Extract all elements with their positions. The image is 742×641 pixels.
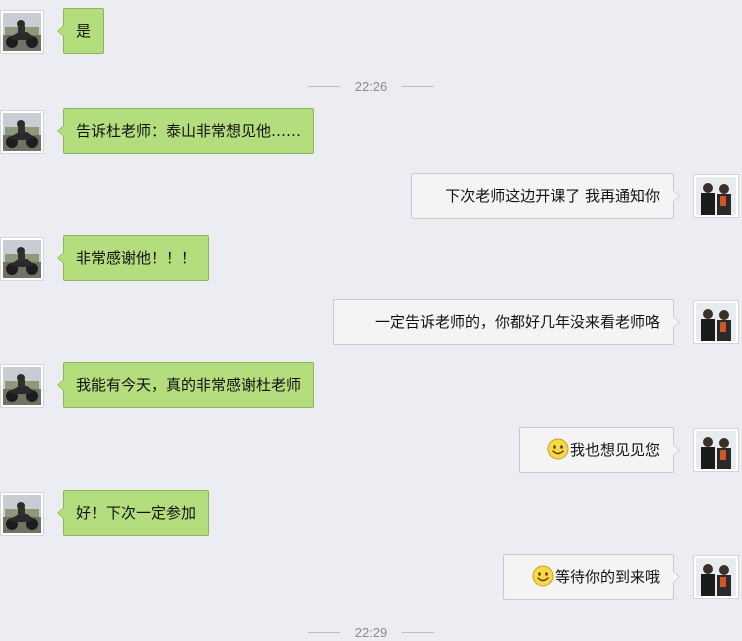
motorcycle-icon (3, 240, 41, 278)
self-avatar[interactable] (693, 300, 739, 344)
motorcycle-icon (3, 13, 41, 51)
two-people-icon (696, 303, 736, 341)
separator-line (307, 632, 340, 633)
message-bubble-sent[interactable]: 一定告诉老师的，你都好几年没来看老师咯 (333, 299, 680, 345)
time-separator: 22:29 (0, 622, 742, 640)
contact-avatar[interactable] (0, 110, 44, 154)
contact-avatar[interactable] (0, 492, 44, 536)
message-text: 是 (76, 22, 92, 40)
two-people-icon (696, 431, 736, 469)
chat-window: 是 22:26 告诉杜老师：泰山非常想见他…… 下次老师这边开课了 我再通知你 (0, 0, 742, 640)
message-bubble-received[interactable]: 我能有今天，真的非常感谢杜老师 (56, 362, 315, 408)
self-avatar[interactable] (693, 174, 739, 218)
smiley-face-icon (532, 565, 554, 587)
message-bubble-received[interactable]: 好！下次一定参加 (56, 490, 210, 536)
message-bubble-received[interactable]: 告诉杜老师：泰山非常想见他…… (56, 108, 315, 154)
motorcycle-icon (3, 495, 41, 533)
message-text: 好！下次一定参加 (76, 504, 197, 522)
message-bubble-sent[interactable]: 我也想见见您 (519, 427, 680, 473)
message-text: 非常感谢他！！！ (76, 249, 197, 267)
message-text: 等待你的到来哦 (554, 568, 660, 586)
time-separator: 22:26 (0, 76, 742, 94)
message-bubble-received[interactable]: 是 (56, 8, 105, 54)
message-text: 告诉杜老师：泰山非常想见他…… (76, 122, 302, 140)
separator-line (307, 86, 340, 87)
message-text: 一定告诉老师的，你都好几年没来看老师咯 (374, 313, 660, 331)
separator-line (402, 632, 435, 633)
self-avatar[interactable] (693, 555, 739, 599)
message-bubble-sent[interactable]: 下次老师这边开课了 我再通知你 (411, 173, 680, 219)
two-people-icon (696, 177, 736, 215)
message-text: 我能有今天，真的非常感谢杜老师 (76, 376, 302, 394)
two-people-icon (696, 558, 736, 596)
self-avatar[interactable] (693, 428, 739, 472)
message-bubble-received[interactable]: 非常感谢他！！！ (56, 235, 210, 281)
smiley-face-icon (547, 438, 569, 460)
contact-avatar[interactable] (0, 237, 44, 281)
timestamp: 22:29 (354, 625, 388, 640)
message-bubble-sent[interactable]: 等待你的到来哦 (503, 554, 680, 600)
message-text: 我也想见见您 (569, 441, 660, 459)
message-text: 下次老师这边开课了 我再通知你 (445, 187, 660, 205)
contact-avatar[interactable] (0, 364, 44, 408)
motorcycle-icon (3, 113, 41, 151)
timestamp: 22:26 (354, 79, 388, 94)
separator-line (402, 86, 435, 87)
motorcycle-icon (3, 367, 41, 405)
contact-avatar[interactable] (0, 10, 44, 54)
